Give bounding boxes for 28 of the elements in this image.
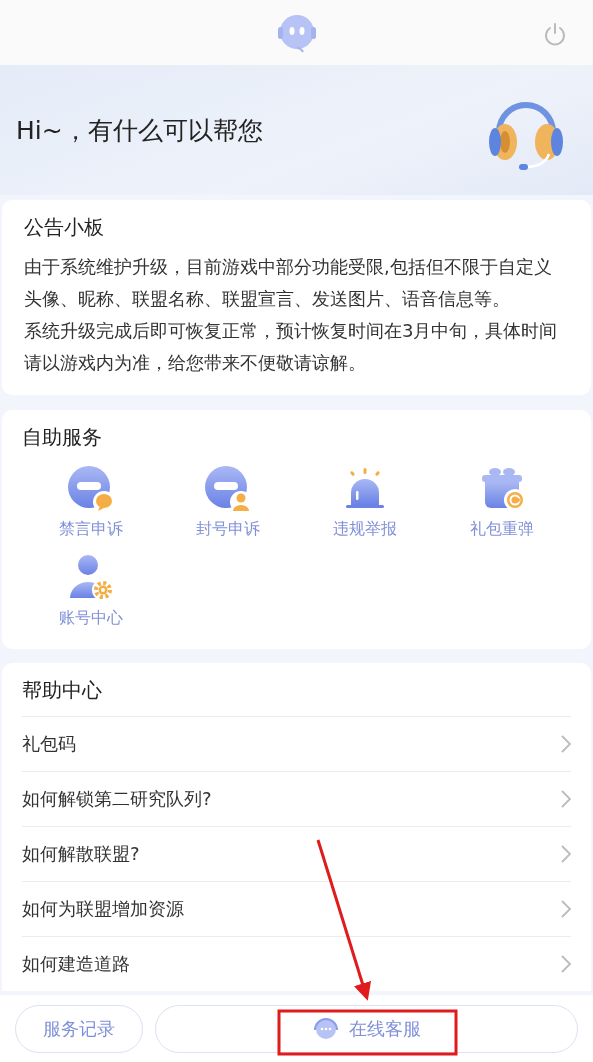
notice-paragraph: 由于系统维护升级，目前游戏中部分功能受限,包括但不限于自定义头像、昵称、联盟名称、联盟宣言、发送图片、语音信息等。 (24, 255, 553, 311)
service-link[interactable]: 禁言申诉 (58, 519, 123, 540)
service-link[interactable]: 封号申诉 (195, 519, 260, 540)
service-link[interactable]: 礼包重弹 (469, 519, 534, 540)
service-link[interactable]: 账号中心 (58, 608, 123, 629)
service-history-button[interactable]: 服务记录 (15, 1004, 143, 1053)
chevron-right-icon (561, 845, 571, 863)
online-support-button[interactable]: 在线客服 (155, 1004, 578, 1053)
card-title: 自助服务 (22, 424, 103, 451)
card-title: 帮助中心 (22, 677, 103, 704)
greeting-title: Hi~，有什么可以帮您 (16, 114, 263, 147)
help-question[interactable]: 如何建造道路 (22, 952, 130, 976)
help-question[interactable]: 礼包码 (22, 732, 76, 756)
chevron-right-icon (561, 955, 571, 973)
service-link[interactable]: 违规举报 (332, 519, 397, 540)
chevron-right-icon (561, 790, 571, 808)
chat-headset-icon (312, 1016, 339, 1041)
mascot-icon (275, 12, 318, 53)
chevron-right-icon (561, 900, 571, 918)
help-question[interactable]: 如何解散联盟? (22, 842, 140, 866)
help-question[interactable]: 如何解锁第二研究队列? (22, 787, 212, 811)
notice-paragraph: 系统升级完成后即可恢复正常，预计恢复时间在3月中旬，具体时间请以游戏内为准，给您带来不便敬请谅解。 (24, 319, 559, 375)
help-question[interactable]: 如何为联盟增加资源 (22, 897, 184, 921)
user-badge-icon (203, 465, 252, 513)
power-icon[interactable] (543, 22, 567, 46)
chat-bubble-icon (66, 465, 115, 513)
chevron-right-icon (561, 735, 571, 753)
card-title: 公告小板 (24, 214, 105, 241)
